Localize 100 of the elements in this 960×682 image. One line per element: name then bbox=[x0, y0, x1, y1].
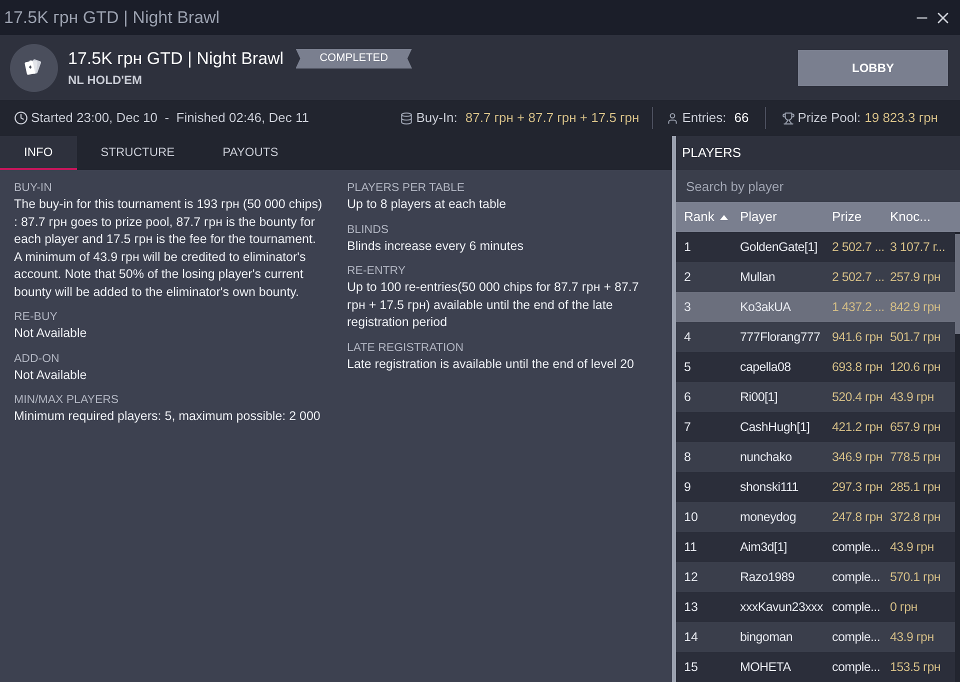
player-row[interactable]: 14 bingoman comple... 43.9 грн bbox=[676, 622, 955, 652]
player-cell-text: CashHugh[1] bbox=[740, 418, 811, 436]
player-row[interactable]: 8 nunchako 346.9 грн 778.5 грн bbox=[676, 442, 955, 472]
player-row[interactable]: 11 Aim3d[1] comple... 43.9 грн bbox=[676, 532, 955, 562]
prize-cell-text: 1 437.2 ... bbox=[832, 298, 886, 316]
section-heading: LATE REGISTRATION bbox=[347, 340, 465, 356]
player-row[interactable]: 3 Ko3akUA 1 437.2 ... 842.9 грн bbox=[676, 292, 955, 322]
player-row[interactable]: 2 Mullan 2 502.7 ... 257.9 грн bbox=[676, 262, 955, 292]
rank-cell-text: 2 bbox=[683, 268, 692, 286]
prize-cell-text: 346.9 грн bbox=[832, 448, 884, 466]
status-ribbon: COMPLETED bbox=[296, 48, 412, 68]
player-cell-text: Razo1989 bbox=[740, 568, 796, 586]
tab[interactable]: PAYOUTS bbox=[198, 136, 302, 170]
player-cell-text: xxxKavun23xxx bbox=[740, 598, 824, 616]
rank-cell-text: 13 bbox=[683, 598, 699, 616]
section-text: The buy-in for this tournament is 193 грн (50 000 chips) : 87.7 грн goes to prize pool, 87.7 грн is the bounty for each player and 17.5 грн is the fee for the tournament. A minimum of 43.9 грн will be credited to eliminator's account. Note that 50% of the losing player's current bounty will be added to the eliminator's own bounty. bbox=[14, 196, 324, 301]
section-text: Not Available bbox=[14, 366, 88, 384]
section-heading: PLAYERS PER TABLE bbox=[347, 181, 466, 196]
rank-cell-text: 4 bbox=[683, 328, 692, 346]
knockouts-cell-text: 842.9 грн bbox=[890, 298, 942, 316]
rank-cell-text: 8 bbox=[683, 448, 692, 466]
time-range: Started 23:00, Dec 10 - Finished 02:46, Dec 11 bbox=[31, 109, 309, 128]
prize-cell-text: comple... bbox=[832, 658, 882, 676]
prize-cell-text: comple... bbox=[832, 568, 882, 586]
tab[interactable]: INFO bbox=[0, 136, 77, 170]
knockouts-cell-text: 43.9 грн bbox=[890, 388, 935, 406]
prize-cell-text: 297.3 грн bbox=[832, 478, 884, 496]
rank-cell-text: 12 bbox=[683, 568, 699, 586]
column-header[interactable]: Prize bbox=[832, 207, 890, 227]
rank-cell-text: 6 bbox=[683, 388, 692, 406]
rank-cell-text: 7 bbox=[683, 418, 692, 436]
column-header[interactable]: Player bbox=[740, 207, 832, 227]
player-row[interactable]: 7 CashHugh[1] 421.2 грн 657.9 грн bbox=[676, 412, 955, 442]
column-header[interactable]: Rank bbox=[676, 207, 740, 227]
prize-pool-label: Prize Pool: bbox=[798, 109, 861, 128]
knockouts-cell-text: 3 107.7 г... bbox=[890, 238, 946, 256]
knockouts-cell-text: 372.8 грн bbox=[890, 508, 942, 526]
rank-cell-text: 11 bbox=[683, 538, 698, 556]
prize-cell-text: 520.4 грн bbox=[832, 388, 884, 406]
section-heading: MIN/MAX PLAYERS bbox=[14, 393, 120, 408]
knockouts-cell-text: 257.9 грн bbox=[890, 268, 942, 286]
knockouts-cell-text: 0 грн bbox=[890, 598, 918, 616]
knockouts-cell-text: 501.7 грн bbox=[890, 328, 942, 346]
column-header[interactable]: Knoc... bbox=[890, 207, 948, 227]
prize-cell-text: 421.2 грн bbox=[832, 418, 884, 436]
section-text: Minimum required players: 5, maximum possible: 2 000 bbox=[14, 408, 322, 425]
player-row[interactable]: 10 moneydog 247.8 грн 372.8 грн bbox=[676, 502, 955, 532]
player-cell-text: GoldenGate[1] bbox=[740, 238, 818, 256]
rank-cell-text: 15 bbox=[683, 658, 699, 676]
buy-in-value: 87.7 грн + 87.7 грн + 17.5 грн bbox=[465, 109, 640, 128]
section-heading: ADD-ON bbox=[14, 352, 60, 366]
entries-label: Entries: bbox=[682, 109, 726, 128]
trophy-icon bbox=[782, 112, 795, 124]
clock-icon bbox=[14, 111, 28, 125]
player-cell-text: Aim3d[1] bbox=[740, 538, 788, 556]
player-cell-text: 777Florang777 bbox=[740, 328, 822, 346]
scrollbar[interactable] bbox=[955, 234, 960, 334]
section-text: Blinds increase every 6 minutes bbox=[347, 238, 524, 255]
player-cell-text: nunchako bbox=[740, 448, 793, 466]
player-row[interactable]: 12 Razo1989 comple... 570.1 грн bbox=[676, 562, 955, 592]
player-cell-text: moneydog bbox=[740, 508, 797, 526]
knockouts-cell-text: 43.9 грн bbox=[890, 538, 935, 556]
knockouts-cell-text: 153.5 грн bbox=[890, 658, 942, 676]
section-heading: BLINDS bbox=[347, 222, 390, 238]
player-row[interactable]: 9 shonski111 297.3 грн 285.1 грн bbox=[676, 472, 955, 502]
player-row[interactable]: 15 MOHETA comple... 153.5 грн bbox=[676, 652, 955, 682]
lobby-button[interactable]: LOBBY bbox=[798, 50, 948, 86]
prize-cell-text: comple... bbox=[832, 538, 882, 556]
player-row[interactable]: 4 777Florang777 941.6 грн 501.7 грн bbox=[676, 322, 955, 352]
tournament-title: 17.5K грн GTD | Night Brawl bbox=[68, 48, 284, 70]
knockouts-cell-text: 778.5 грн bbox=[890, 448, 942, 466]
tab[interactable]: STRUCTURE bbox=[76, 136, 199, 170]
buy-in-label: Buy-In: bbox=[416, 109, 458, 128]
rank-cell-text: 3 bbox=[683, 298, 692, 316]
rank-cell-text: 10 bbox=[683, 508, 699, 526]
rank-cell-text: 1 bbox=[683, 238, 692, 256]
rank-cell-text: 5 bbox=[683, 358, 692, 376]
section-text: Up to 100 re-entries(50 000 chips for 87.7 грн + 87.7 грн + 17.5 грн) available until the end of the late registration period bbox=[347, 279, 640, 331]
player-cell-text: bingoman bbox=[740, 628, 794, 646]
player-row[interactable]: 5 capella08 693.8 грн 120.6 грн bbox=[676, 352, 955, 382]
knockouts-cell-text: 657.9 грн bbox=[890, 418, 942, 436]
prize-cell-text: 2 502.7 ... bbox=[832, 268, 886, 286]
player-cell-text: Ri00[1] bbox=[740, 388, 779, 406]
player-cell-text: capella08 bbox=[740, 358, 792, 376]
knockouts-cell-text: 570.1 грн bbox=[890, 568, 942, 586]
player-cell-text: MOHETA bbox=[740, 658, 792, 676]
players-title: PLAYERS bbox=[682, 144, 742, 162]
player-row[interactable]: 1 GoldenGate[1] 2 502.7 ... 3 107.7 г... bbox=[676, 232, 955, 262]
search-field[interactable]: Search by player bbox=[676, 170, 960, 202]
coins-icon bbox=[400, 112, 414, 124]
knockouts-cell-text: 120.6 грн bbox=[890, 358, 942, 376]
rank-cell-text: 9 bbox=[683, 478, 692, 496]
section-heading: RE-ENTRY bbox=[347, 264, 407, 279]
prize-cell-text: 693.8 грн bbox=[832, 358, 884, 376]
player-cell-text: Mullan bbox=[740, 268, 776, 286]
player-row[interactable]: 6 Ri00[1] 520.4 грн 43.9 грн bbox=[676, 382, 955, 412]
prize-pool-value: 19 823.3 грн bbox=[864, 109, 938, 128]
section-heading: BUY-IN bbox=[14, 181, 53, 196]
player-row[interactable]: 13 xxxKavun23xxx comple... 0 грн bbox=[676, 592, 955, 622]
section-text: Late registration is available until the end of level 20 bbox=[347, 356, 635, 373]
